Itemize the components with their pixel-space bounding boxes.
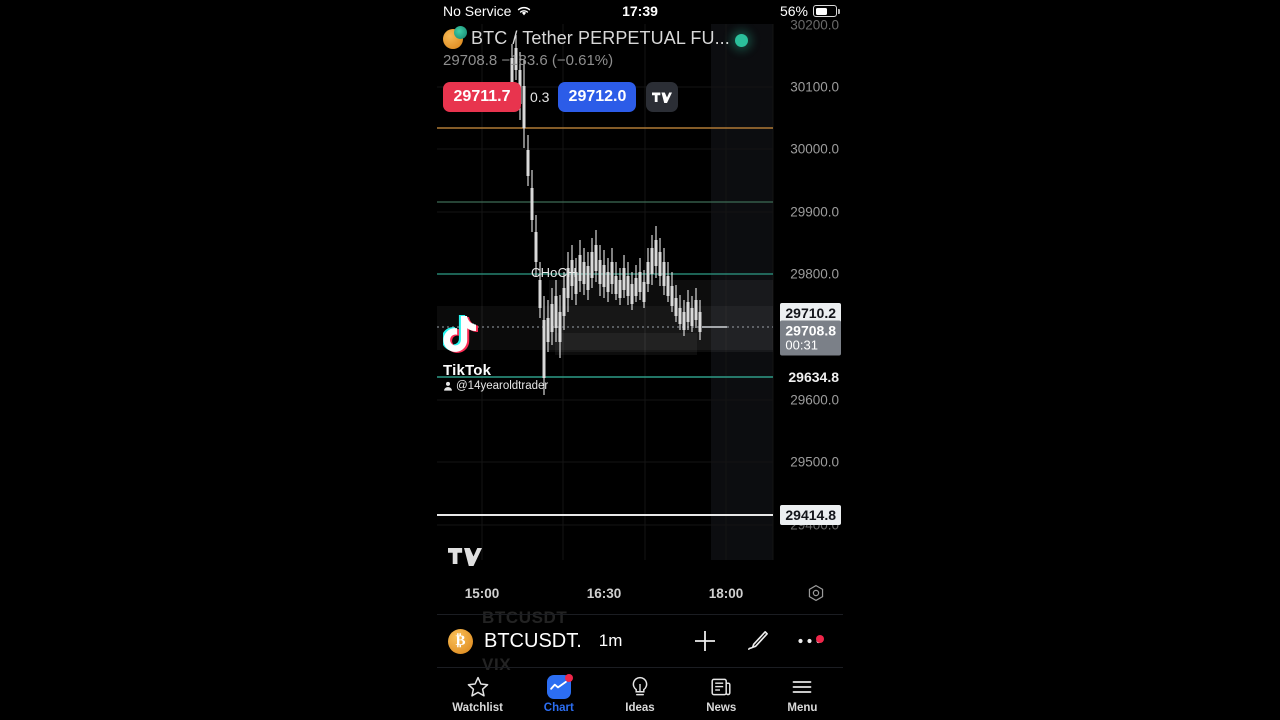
- tiktok-watermark: TikTok @14yearoldtrader: [441, 313, 548, 392]
- bitcoin-icon: [443, 25, 467, 49]
- reset-chart-icon[interactable]: [807, 584, 825, 602]
- time-axis[interactable]: 15:00 16:30 18:00: [437, 584, 843, 610]
- tradingview-watermark: [448, 546, 482, 572]
- tab-menu-label: Menu: [787, 701, 818, 714]
- tab-chart-label: Chart: [543, 701, 574, 714]
- spread-label: 0.3: [530, 89, 550, 105]
- time-tick-1800: 18:00: [708, 586, 744, 601]
- lightbulb-icon: [628, 675, 652, 699]
- ask-price-badge[interactable]: 29712.0: [558, 82, 637, 112]
- bid-price-badge[interactable]: 29711.7: [443, 82, 521, 112]
- tiktok-platform-label: TikTok: [443, 362, 492, 379]
- news-icon: [709, 675, 733, 699]
- bar-countdown: 00:31: [785, 337, 818, 353]
- tab-news[interactable]: News: [681, 668, 762, 720]
- symbol-toolbar-actions: [692, 628, 824, 654]
- tiktok-note-icon: [441, 315, 478, 353]
- screen-root: No Service 17:39 56% BTC / Tether PERPET…: [0, 0, 1280, 720]
- symbol-toolbar: ₿ BTCUSDT. 1m: [437, 614, 843, 667]
- bottom-tab-bar: Watchlist Chart Ideas News Menu: [437, 667, 843, 720]
- chart-icon: [546, 673, 573, 699]
- price-tick-29500: 29500.0: [790, 454, 839, 470]
- tab-ideas-label: Ideas: [625, 701, 655, 714]
- pencil-icon[interactable]: [745, 628, 770, 654]
- bid-ask-badges: 29711.7 0.3 29712.0: [443, 82, 679, 112]
- instrument-title-row[interactable]: BTC / Tether PERPETUAL FU...: [443, 25, 730, 49]
- hamburger-icon: [790, 675, 814, 699]
- tiktok-username-row: @14yearoldtrader: [443, 380, 548, 392]
- tradingview-logo-icon: [448, 548, 482, 566]
- price-tick-30000: 30000.0: [790, 141, 839, 157]
- quote-summary: 29708.8 −183.6 (−0.61%): [443, 52, 614, 69]
- tab-watchlist[interactable]: Watchlist: [437, 668, 518, 720]
- tab-ideas[interactable]: Ideas: [599, 668, 680, 720]
- price-axis[interactable]: 30200.0 30100.0 30000.0 29900.0 29800.0 …: [773, 0, 843, 560]
- more-options-badge: [816, 635, 824, 643]
- last-price-value: 29708.8: [785, 322, 836, 339]
- person-icon: [444, 381, 452, 391]
- price-tick-30200: 30200.0: [790, 17, 839, 33]
- plus-icon[interactable]: [692, 628, 718, 654]
- more-options-button[interactable]: [797, 632, 824, 650]
- instrument-name: BTC / Tether PERPETUAL FU...: [471, 28, 730, 48]
- low-level-price-label[interactable]: 29414.8: [780, 505, 841, 525]
- symbol-label[interactable]: BTCUSDT.: [484, 630, 582, 653]
- phone-video-frame: No Service 17:39 56% BTC / Tether PERPET…: [437, 0, 843, 720]
- tab-menu[interactable]: Menu: [762, 668, 843, 720]
- tab-news-label: News: [706, 701, 737, 714]
- tab-watchlist-label: Watchlist: [452, 701, 503, 714]
- price-tick-29900: 29900.0: [790, 204, 839, 220]
- chart-tab-badge: [564, 673, 573, 682]
- tradingview-logo-button[interactable]: [646, 82, 679, 112]
- price-tick-29600: 29600.0: [790, 392, 839, 408]
- last-price-label[interactable]: 29708.8 00:31: [780, 320, 841, 356]
- time-tick-1630: 16:30: [586, 586, 622, 601]
- bitcoin-icon: ₿: [448, 628, 473, 654]
- time-tick-1500: 15:00: [464, 586, 500, 601]
- choch-annotation: CHoCH: [531, 265, 577, 280]
- price-tick-29800: 29800.0: [790, 266, 839, 282]
- tab-chart[interactable]: Chart: [518, 668, 599, 720]
- market-open-dot: [735, 34, 748, 47]
- level-price-label: 29634.8: [788, 369, 839, 385]
- price-tick-30100: 30100.0: [790, 79, 839, 95]
- star-icon: [466, 675, 490, 699]
- tradingview-logo: [652, 92, 673, 103]
- tiktok-username: @14yearoldtrader: [456, 380, 549, 392]
- timeframe-label[interactable]: 1m: [599, 631, 623, 651]
